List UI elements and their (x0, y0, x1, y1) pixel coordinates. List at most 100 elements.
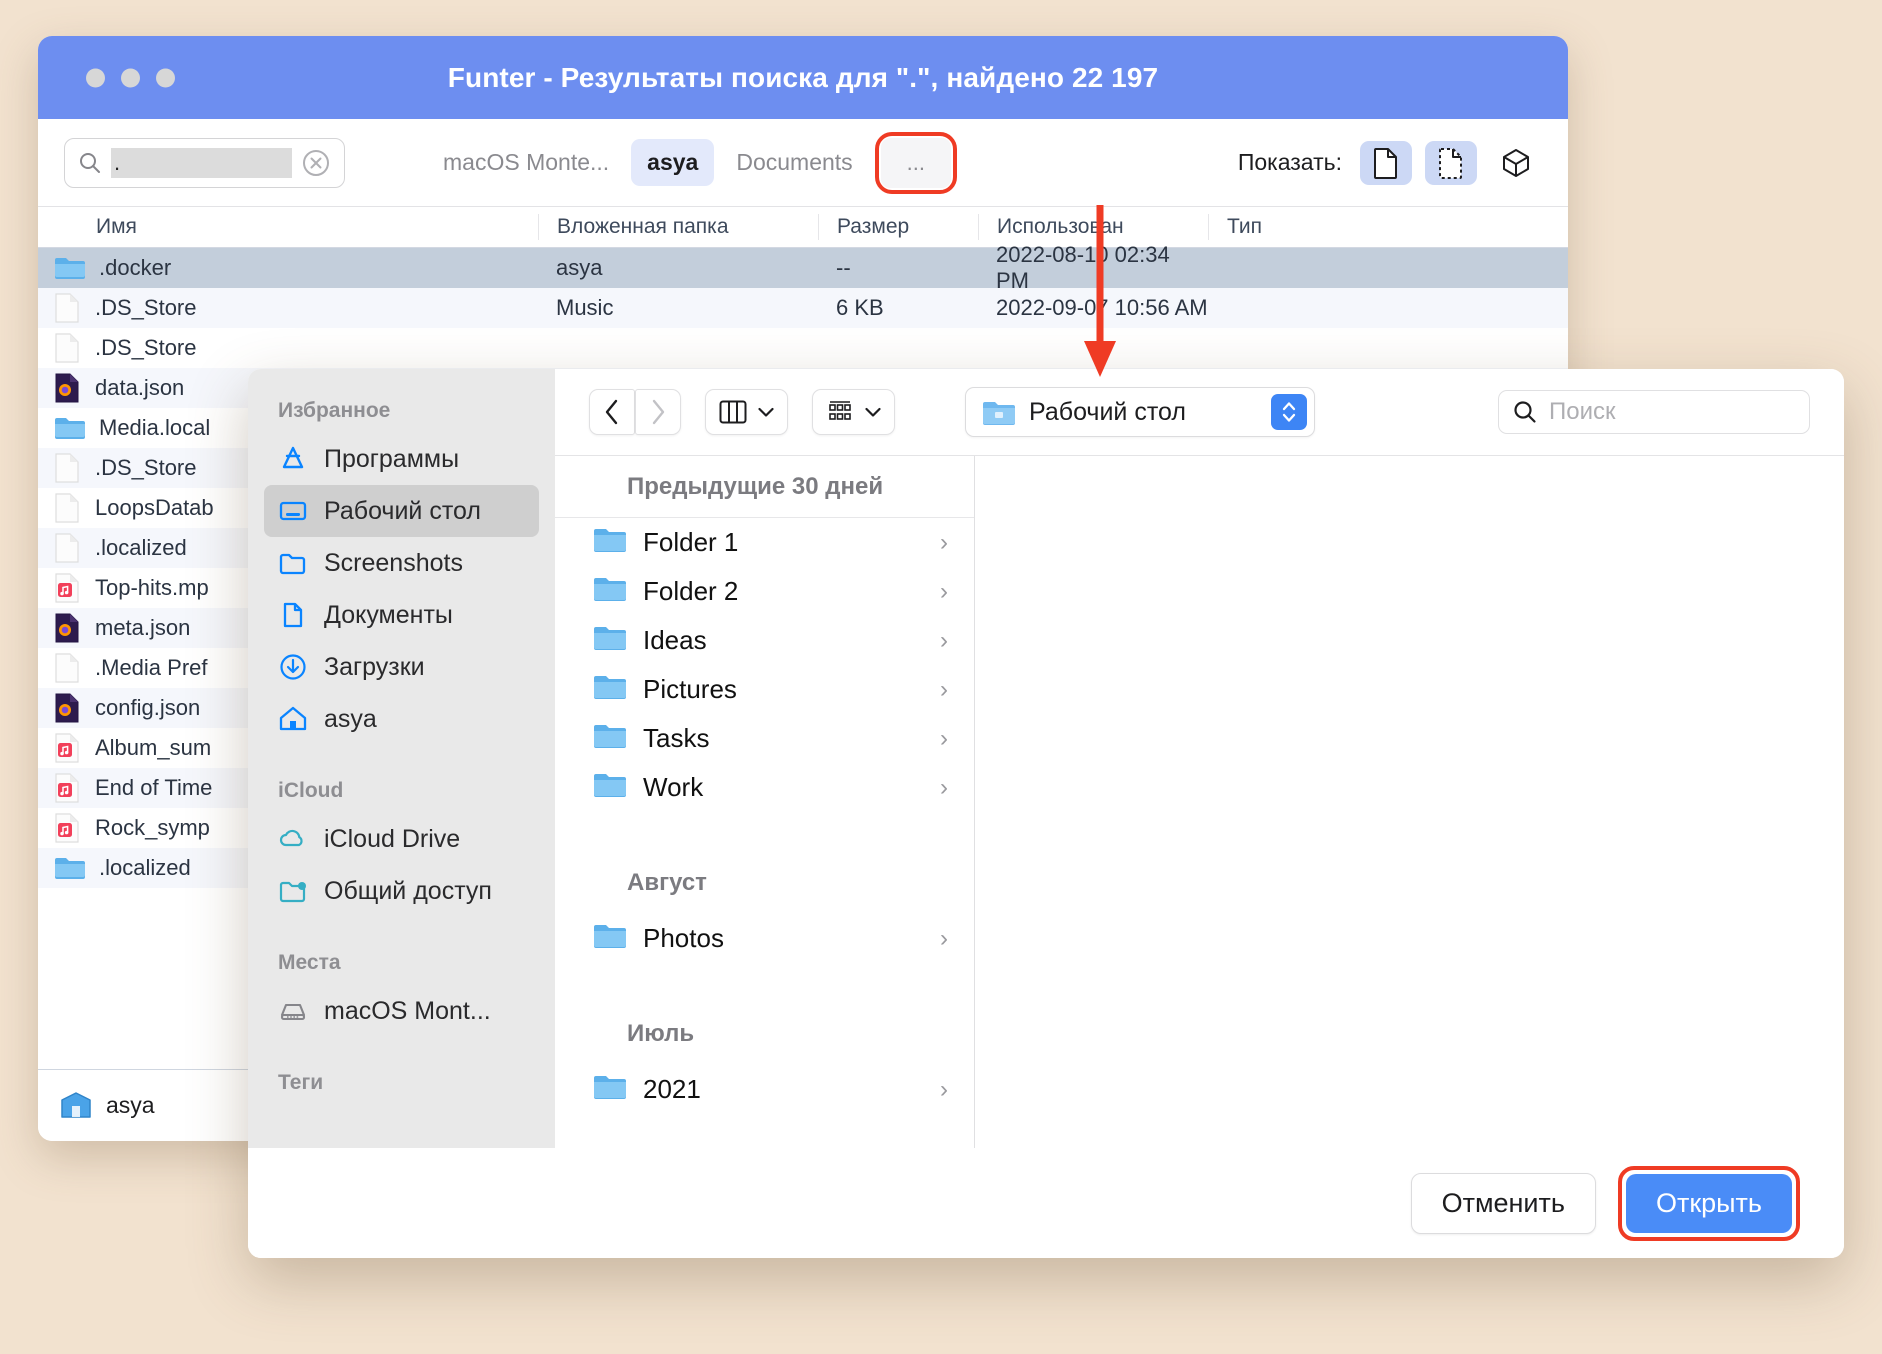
show-packages-button[interactable] (1490, 141, 1542, 185)
music-icon (54, 812, 82, 844)
home-icon (278, 704, 308, 734)
list-item[interactable]: Tasks › (555, 714, 974, 763)
view-mode-button[interactable] (705, 389, 788, 435)
chevron-right-icon: › (940, 924, 948, 952)
column-header-type[interactable]: Тип (1208, 214, 1368, 240)
folder-icon (593, 722, 627, 756)
chevron-down-icon (758, 407, 774, 417)
music-icon (54, 732, 82, 764)
sidebar-section-header: Теги (278, 1071, 324, 1094)
sidebar-item-программы[interactable]: Программы (264, 433, 539, 485)
folder-icon (54, 856, 86, 881)
path-popup-button[interactable]: Рабочий стол (965, 387, 1315, 437)
breadcrumb-item-volume[interactable]: macOS Monte... (427, 139, 625, 186)
table-row[interactable]: .docker asya -- 2022-08-10 02:34 PM (38, 242, 1568, 293)
home-folder-icon (61, 1092, 91, 1118)
list-item[interactable]: Photos › (555, 914, 974, 963)
table-row[interactable]: .DS_Store (38, 328, 1568, 368)
chevron-left-icon (605, 399, 618, 425)
close-button[interactable] (86, 68, 105, 87)
window-controls[interactable] (86, 68, 175, 87)
back-button[interactable] (589, 389, 635, 435)
list-item[interactable]: Work › (555, 763, 974, 812)
file-name: meta.json (95, 615, 191, 640)
show-files-button[interactable] (1360, 140, 1412, 185)
chevron-right-icon: › (940, 724, 948, 752)
firefox-icon (54, 692, 82, 724)
dialog-search-input[interactable]: Поиск (1498, 390, 1810, 434)
search-icon (80, 152, 100, 173)
sidebar-item-icloud-drive[interactable]: iCloud Drive (264, 813, 539, 865)
list-item[interactable]: 2021 › (555, 1065, 974, 1114)
downloads-icon (278, 652, 308, 682)
file-icon (54, 332, 82, 364)
folder-icon (54, 256, 86, 281)
minimize-button[interactable] (121, 68, 140, 87)
sidebar-item-label: Документы (324, 600, 453, 629)
firefox-icon (54, 372, 82, 404)
sidebar-item-asya[interactable]: asya (264, 693, 539, 745)
down-arrow-annotation (1084, 205, 1116, 377)
show-controls: Показать: (1238, 140, 1542, 185)
cancel-button[interactable]: Отменить (1410, 1172, 1596, 1234)
column-header-folder[interactable]: Вложенная папка (538, 214, 818, 240)
file-name: .localized (99, 855, 191, 880)
file-icon (54, 532, 82, 564)
zoom-button[interactable] (156, 68, 175, 87)
funter-titlebar: Funter - Результаты поиска для ".", найд… (38, 36, 1568, 119)
chevron-right-icon: › (940, 675, 948, 703)
cloud-icon (278, 824, 308, 854)
file-name: .DS_Store (95, 335, 197, 360)
file-name: Rock_symp (95, 815, 210, 840)
sidebar-item-macos-mont-[interactable]: macOS Mont... (264, 985, 539, 1037)
document-icon (278, 600, 308, 630)
file-icon (54, 452, 82, 484)
folder-icon (593, 771, 627, 805)
list-item[interactable]: Folder 2 › (555, 567, 974, 616)
file-name: .localized (95, 535, 187, 560)
folder-icon (593, 922, 627, 956)
sidebar-item-загрузки[interactable]: Загрузки (264, 641, 539, 693)
sidebar-section-header: Избранное (278, 399, 391, 422)
breadcrumb-more-highlight: ... (874, 131, 958, 194)
search-value: . (111, 147, 292, 178)
open-button[interactable]: Открыть (1625, 1173, 1792, 1233)
package-cube-icon (1503, 148, 1529, 177)
firefox-icon (54, 612, 82, 644)
clear-search-icon[interactable] (302, 149, 330, 177)
breadcrumb-item-asya[interactable]: asya (631, 139, 715, 186)
sidebar-item-документы[interactable]: Документы (264, 589, 539, 641)
folder-icon (593, 624, 627, 658)
file-name: .docker (99, 255, 172, 280)
column-header-size[interactable]: Размер (818, 214, 978, 240)
sidebar-item-label: Программы (324, 444, 460, 473)
table-row[interactable]: .DS_Store Music 6 KB 2022-09-07 10:56 AM (38, 288, 1568, 328)
list-item[interactable]: Pictures › (555, 665, 974, 714)
sidebar-item-screenshots[interactable]: Screenshots (264, 537, 539, 589)
sidebar-item-общий-доступ[interactable]: Общий доступ (264, 865, 539, 917)
breadcrumb-item-more[interactable]: ... (880, 137, 952, 188)
folder-name: Tasks (643, 723, 710, 753)
list-item[interactable]: Folder 1 › (555, 518, 974, 567)
drive-icon (278, 996, 308, 1026)
path-stepper[interactable] (1271, 394, 1307, 430)
file-name: .Media Pref (95, 655, 208, 680)
breadcrumb-item-documents[interactable]: Documents (720, 139, 868, 186)
sidebar-item-рабочий-стол[interactable]: Рабочий стол (264, 485, 539, 537)
status-path: asya (106, 1092, 155, 1118)
group-by-button[interactable] (812, 389, 895, 435)
list-item[interactable]: Ideas › (555, 616, 974, 665)
cell-name: .DS_Store (38, 332, 538, 364)
sidebar-section-header: iCloud (278, 779, 344, 802)
desktop-icon (278, 496, 308, 526)
column-header-name[interactable]: Имя (38, 214, 538, 240)
shared-folder-icon (278, 876, 308, 906)
group-header: Предыдущие 30 дней (555, 456, 974, 518)
file-icon (1374, 147, 1397, 179)
search-input[interactable]: . (64, 137, 345, 188)
cell-subfolder: Music (556, 295, 614, 320)
chevron-right-icon: › (940, 1075, 948, 1103)
show-hidden-files-button[interactable] (1425, 140, 1477, 185)
folder-name: Photos (643, 923, 724, 953)
forward-button[interactable] (635, 389, 681, 435)
